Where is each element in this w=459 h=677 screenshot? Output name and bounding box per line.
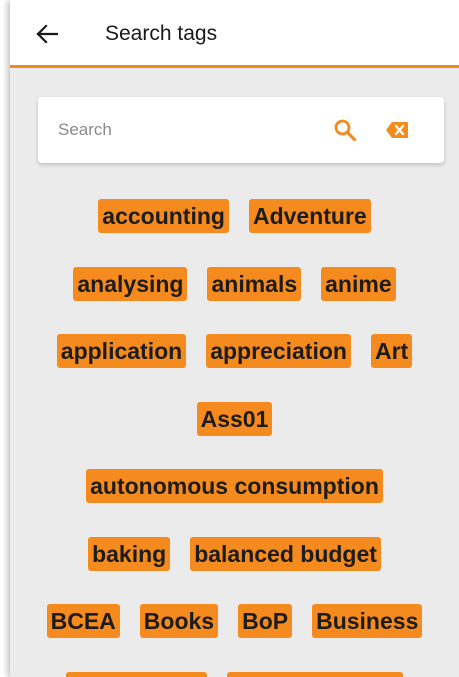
tag-chip[interactable]: Art	[370, 334, 413, 368]
tag-chip[interactable]: Books	[139, 604, 219, 638]
tag-chip[interactable]: analysing	[73, 267, 188, 301]
tag-chip[interactable]: appreciation	[206, 334, 351, 368]
tag-row: baking balanced budget	[10, 537, 459, 571]
tag-row: application appreciation Art	[10, 334, 459, 368]
tag-chip[interactable]: accounting	[98, 199, 229, 233]
tag-chip[interactable]: BCEA	[46, 604, 120, 638]
tag-row: analysing animals anime	[10, 267, 459, 301]
tag-row: Ass01	[10, 402, 459, 436]
search-input[interactable]	[58, 97, 308, 163]
search-icon[interactable]	[333, 118, 357, 142]
back-button[interactable]	[34, 19, 60, 49]
tag-row: BCEA Books BoP Business	[10, 604, 459, 638]
arrow-left-icon	[36, 24, 58, 44]
tag-chip[interactable]: application	[56, 334, 187, 368]
app-screen: Search tags accounting Adventure analysing…	[10, 0, 459, 677]
tag-chip[interactable]: Adventure	[248, 199, 371, 233]
page-title: Search tags	[105, 22, 218, 45]
search-bar	[38, 97, 444, 163]
tag-chip[interactable]: autonomous consumption	[86, 469, 383, 503]
app-bar: Search tags	[10, 0, 459, 68]
tag-chip[interactable]: animals	[207, 267, 302, 301]
tag-chip[interactable]: anime	[321, 267, 396, 301]
tag-chip[interactable]: chain of events	[227, 672, 403, 677]
tag-chip[interactable]: BoP	[238, 604, 293, 638]
tag-row: calculations chain of events	[10, 672, 459, 677]
backspace-icon[interactable]	[385, 121, 409, 139]
tag-chip[interactable]: baking	[88, 537, 171, 571]
tag-chip[interactable]: Ass01	[196, 402, 273, 436]
tag-row: autonomous consumption	[10, 469, 459, 503]
tag-chip[interactable]: balanced budget	[190, 537, 381, 571]
tag-chip[interactable]: Business	[312, 604, 423, 638]
tag-chip[interactable]: calculations	[66, 672, 208, 677]
tag-row: accounting Adventure	[10, 199, 459, 233]
